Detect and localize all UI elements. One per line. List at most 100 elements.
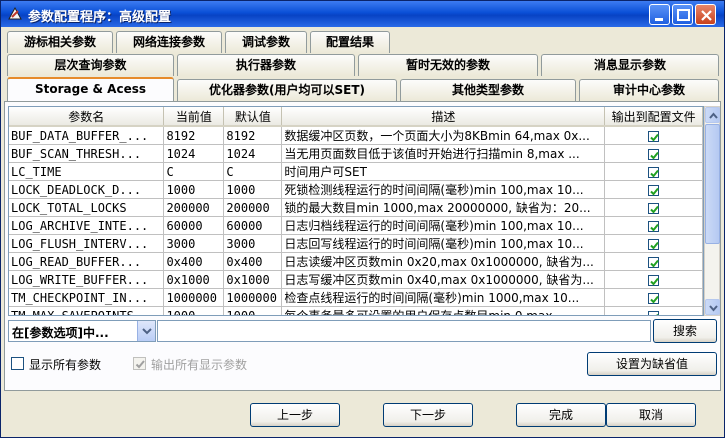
table-row[interactable]: BUF_DATA_BUFFER_... 8192 8192 数据缓冲区页数，一个页面大… [9, 126, 703, 145]
cancel-button[interactable]: 取消 [606, 403, 696, 427]
tab-config-result[interactable]: 配置结果 [310, 31, 390, 53]
search-input[interactable] [157, 320, 651, 342]
export-cell[interactable] [604, 234, 703, 253]
param-name-cell[interactable]: LOCK_DEADLOCK_D... [9, 180, 165, 199]
description-cell[interactable]: 锁的最大数目min 1000,max 20000000, 缺省为：20... [281, 198, 606, 217]
default-value-cell[interactable]: 1024 [223, 144, 283, 163]
param-name-cell[interactable]: LOG_FLUSH_INTERV... [9, 234, 165, 253]
table-row[interactable]: LOG_ARCHIVE_INTE... 60000 60000 日志归档线程运行的时间… [9, 216, 703, 235]
col-header-current[interactable]: 当前值 [163, 107, 225, 127]
default-value-cell[interactable]: 200000 [223, 198, 283, 217]
tab-network-params[interactable]: 网络连接参数 [116, 31, 222, 53]
finish-button[interactable]: 完成 [516, 403, 606, 427]
export-checkbox[interactable] [648, 166, 660, 178]
default-value-cell[interactable]: 3000 [223, 234, 283, 253]
tab-audit-params[interactable]: 审计中心参数 [579, 79, 719, 101]
export-checkbox[interactable] [648, 184, 660, 196]
param-name-cell[interactable]: BUF_SCAN_THRESH... [9, 144, 165, 163]
close-button[interactable] [695, 4, 716, 25]
tab-inactive-params[interactable]: 暂时无效的参数 [358, 54, 538, 76]
next-button[interactable]: 下一步 [383, 403, 473, 427]
description-cell[interactable]: 数据缓冲区页数，一个页面大小为8KBmin 64,max 0x... [281, 126, 606, 145]
show-all-checkbox-box[interactable] [11, 357, 24, 370]
export-cell[interactable] [604, 144, 703, 163]
current-value-cell[interactable]: 3000 [163, 234, 225, 253]
tab-cursor-params[interactable]: 游标相关参数 [7, 31, 113, 53]
current-value-cell[interactable]: 1000 [163, 180, 225, 199]
table-row[interactable]: LOCK_DEADLOCK_D... 1000 1000 死锁检测线程运行的时间间隔(… [9, 180, 703, 199]
tab-debug-params[interactable]: 调试参数 [225, 31, 307, 53]
current-value-cell[interactable]: 0x400 [163, 252, 225, 271]
tab-executor-params[interactable]: 执行器参数 [177, 54, 355, 76]
current-value-cell[interactable]: 1000 [163, 306, 225, 315]
search-scope-select[interactable]: 在[参数选项]中... [8, 320, 156, 342]
table-row[interactable]: LOG_WRITE_BUFFER... 0x1000 0x1000 日志写缓冲区页数m… [9, 270, 703, 289]
export-cell[interactable] [604, 270, 703, 289]
description-cell[interactable]: 日志读缓冲区页数min 0x20,max 0x1000000, 缺省为... [281, 252, 606, 271]
current-value-cell[interactable]: C [163, 162, 225, 181]
export-checkbox[interactable] [648, 202, 660, 214]
param-name-cell[interactable]: TM_MAX_SAVEPOINTS [9, 306, 165, 315]
table-row[interactable]: LOG_READ_BUFFER... 0x400 0x400 日志读缓冲区页数min … [9, 252, 703, 271]
title-bar[interactable]: 参数配置程序：高级配置 [1, 1, 724, 27]
minimize-button[interactable] [649, 4, 670, 25]
current-value-cell[interactable]: 0x1000 [163, 270, 225, 289]
export-checkbox[interactable] [648, 310, 660, 315]
export-cell[interactable] [604, 198, 703, 217]
tab-message-params[interactable]: 消息显示参数 [541, 54, 719, 76]
col-header-export[interactable]: 输出到配置文件 [604, 107, 703, 127]
table-row[interactable]: TM_CHECKPOINT_IN... 1000000 1000000 检查点线程运行… [9, 288, 703, 307]
dropdown-button[interactable] [137, 321, 155, 341]
param-name-cell[interactable]: LC_TIME [9, 162, 165, 181]
current-value-cell[interactable]: 1000000 [163, 288, 225, 307]
description-cell[interactable]: 死锁检测线程运行的时间间隔(毫秒)min 100,max 10... [281, 180, 606, 199]
default-value-cell[interactable]: 0x1000 [223, 270, 283, 289]
description-cell[interactable]: 当无用页面数目低于该值时开始进行扫描min 8,max ... [281, 144, 606, 163]
description-cell[interactable]: 日志写缓冲区页数min 0x40,max 0x1000000, 缺省为... [281, 270, 606, 289]
export-cell[interactable] [604, 216, 703, 235]
current-value-cell[interactable]: 60000 [163, 216, 225, 235]
maximize-button[interactable] [672, 4, 693, 25]
default-value-cell[interactable]: 1000 [223, 306, 283, 315]
tab-storage-access[interactable]: Storage & Acess [7, 77, 174, 101]
export-cell[interactable] [604, 306, 703, 315]
default-value-cell[interactable]: 1000 [223, 180, 283, 199]
param-name-cell[interactable]: LOG_ARCHIVE_INTE... [9, 216, 165, 235]
description-cell[interactable]: 日志归档线程运行的时间间隔(毫秒)min 100,max 10... [281, 216, 606, 235]
default-value-cell[interactable]: C [223, 162, 283, 181]
export-checkbox[interactable] [648, 256, 660, 268]
export-checkbox[interactable] [648, 130, 660, 142]
export-cell[interactable] [604, 288, 703, 307]
export-checkbox[interactable] [648, 148, 660, 160]
current-value-cell[interactable]: 8192 [163, 126, 225, 145]
col-header-name[interactable]: 参数名 [9, 107, 165, 127]
table-row[interactable]: LOG_FLUSH_INTERV... 3000 3000 日志回写线程运行的时间间隔… [9, 234, 703, 253]
param-name-cell[interactable]: BUF_DATA_BUFFER_... [9, 126, 165, 145]
prev-button[interactable]: 上一步 [250, 403, 340, 427]
export-cell[interactable] [604, 180, 703, 199]
set-default-button[interactable]: 设置为缺省值 [587, 352, 717, 376]
col-header-desc[interactable]: 描述 [281, 107, 606, 127]
export-checkbox[interactable] [648, 274, 660, 286]
default-value-cell[interactable]: 1000000 [223, 288, 283, 307]
export-checkbox[interactable] [648, 292, 660, 304]
current-value-cell[interactable]: 200000 [163, 198, 225, 217]
default-value-cell[interactable]: 0x400 [223, 252, 283, 271]
tab-other-params[interactable]: 其他类型参数 [400, 79, 576, 101]
description-cell[interactable]: 检查点线程运行的时间间隔(毫秒)min 1000,max 10... [281, 288, 606, 307]
default-value-cell[interactable]: 8192 [223, 126, 283, 145]
export-cell[interactable] [604, 252, 703, 271]
tab-optimizer-params[interactable]: 优化器参数(用户均可以SET) [177, 79, 397, 101]
tab-hierarchy-query[interactable]: 层次查询参数 [7, 54, 174, 76]
table-row[interactable]: BUF_SCAN_THRESH... 1024 1024 当无用页面数目低于该值时开始… [9, 144, 703, 163]
export-cell[interactable] [604, 162, 703, 181]
col-header-default[interactable]: 默认值 [223, 107, 283, 127]
scroll-thumb[interactable] [705, 124, 720, 244]
default-value-cell[interactable]: 60000 [223, 216, 283, 235]
scroll-down-button[interactable] [705, 299, 720, 315]
table-row[interactable]: LC_TIME C C 时间用户可SET [9, 162, 703, 181]
table-row[interactable]: TM_MAX_SAVEPOINTS 1000 1000 每个事务最多可设置的用户保存点… [9, 306, 703, 315]
param-name-cell[interactable]: LOCK_TOTAL_LOCKS [9, 198, 165, 217]
table-scrollbar[interactable] [704, 106, 720, 316]
current-value-cell[interactable]: 1024 [163, 144, 225, 163]
